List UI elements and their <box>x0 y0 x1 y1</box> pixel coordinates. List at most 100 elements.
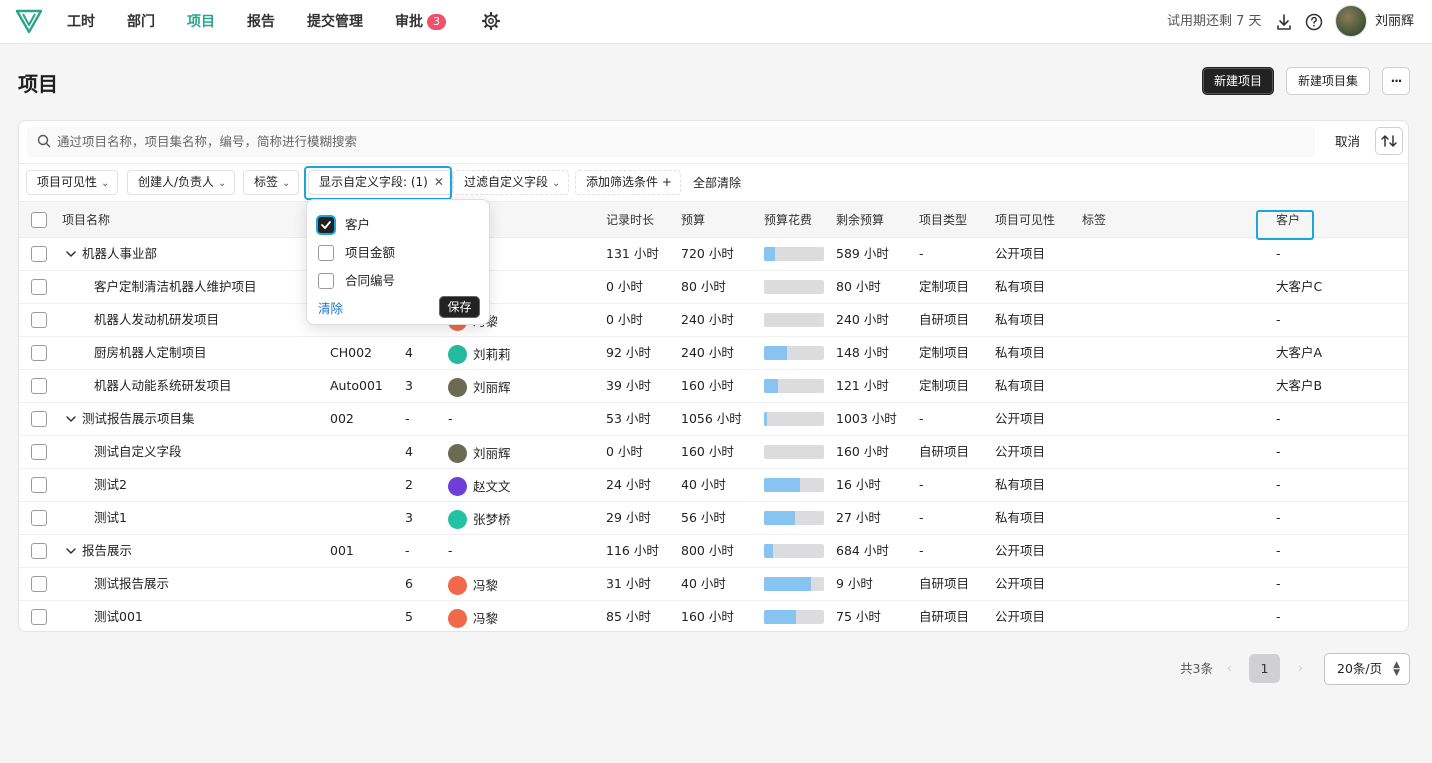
page-size-select[interactable]: 20条/页 ▲ ▼ <box>1324 653 1410 685</box>
nav-item-approval[interactable]: 审批 3 <box>395 12 446 32</box>
row-checkbox[interactable] <box>31 279 47 295</box>
table-row[interactable]: 测试001 5 冯黎 85 小时 160 小时 75 小时 自研项目 公开项目 - <box>19 601 1408 631</box>
col-project-name[interactable]: 项目名称 <box>62 212 110 228</box>
project-name[interactable]: 测试001 <box>94 609 143 625</box>
col-remaining-budget[interactable]: 剩余预算 <box>836 212 884 228</box>
project-name[interactable]: 测试1 <box>94 510 127 526</box>
current-page[interactable]: 1 <box>1249 654 1280 683</box>
project-name[interactable]: 测试2 <box>94 477 127 493</box>
new-project-button[interactable]: 新建项目 <box>1202 67 1274 95</box>
col-budget-spent[interactable]: 预算花费 <box>764 212 812 228</box>
table-row[interactable]: 机器人动能系统研发项目 Auto001 3 刘丽辉 39 小时 160 小时 121 小时 定… <box>19 370 1408 403</box>
row-checkbox[interactable] <box>31 609 47 625</box>
app-logo-icon[interactable] <box>14 6 44 36</box>
row-checkbox[interactable] <box>31 378 47 394</box>
filter-custom-fields[interactable]: 过滤自定义字段 ⌄ <box>453 170 570 195</box>
nav-item-report[interactable]: 报告 <box>247 12 275 32</box>
add-filter-button[interactable]: 添加筛选条件 + <box>575 170 681 195</box>
page-title: 项目 <box>18 72 58 96</box>
chevron-down-icon: ⌄ <box>101 178 110 189</box>
cancel-search-button[interactable]: 取消 <box>1335 133 1360 151</box>
sort-button[interactable] <box>1375 127 1403 155</box>
new-project-set-button[interactable]: 新建项目集 <box>1286 67 1370 95</box>
nav-item-project[interactable]: 项目 <box>187 12 215 32</box>
table-row[interactable]: 测试报告展示 6 冯黎 31 小时 40 小时 9 小时 自研项目 公开项目 - <box>19 568 1408 601</box>
select-all-checkbox[interactable] <box>31 212 47 228</box>
table-row[interactable]: 机器人发动机研发项目冯黎0 小时240 小时240 小时自研项目私有项目- <box>19 304 1408 337</box>
recorded-hours: 0 小时 <box>606 444 643 459</box>
close-icon[interactable]: ✕ <box>434 171 444 194</box>
col-recorded-hours[interactable]: 记录时长 <box>606 212 654 228</box>
project-name[interactable]: 机器人发动机研发项目 <box>94 312 219 328</box>
clear-all-filters[interactable]: 全部清除 <box>693 175 741 191</box>
remaining-budget: 27 小时 <box>836 510 881 525</box>
row-checkbox[interactable] <box>31 312 47 328</box>
project-set-name[interactable]: 报告展示 <box>82 543 132 559</box>
chevron-down-icon[interactable] <box>65 248 77 260</box>
filter-visibility[interactable]: 项目可见性 ⌄ <box>26 170 119 195</box>
project-name[interactable]: 机器人动能系统研发项目 <box>94 378 232 394</box>
chevron-down-icon[interactable] <box>65 413 77 425</box>
project-code: CH002 <box>330 345 372 360</box>
project-name[interactable]: 厨房机器人定制项目 <box>94 345 207 361</box>
checkbox-checked[interactable] <box>318 217 334 233</box>
row-checkbox[interactable] <box>31 510 47 526</box>
project-code: 001 <box>330 543 354 558</box>
project-name[interactable]: 测试报告展示 <box>94 576 169 592</box>
filter-tags[interactable]: 标签 ⌄ <box>243 170 300 195</box>
table-row[interactable]: 测试自定义字段 4 刘丽辉 0 小时 160 小时 160 小时 自研项目 公开项目 - <box>19 436 1408 469</box>
recorded-hours: 53 小时 <box>606 411 651 426</box>
row-checkbox[interactable] <box>31 246 47 262</box>
user-avatar[interactable] <box>1335 5 1367 37</box>
owner: 刘莉莉 <box>448 345 511 364</box>
table-row[interactable]: 厨房机器人定制项目 CH002 4 刘莉莉 92 小时 240 小时 148 小时 定制项目 私… <box>19 337 1408 370</box>
filter-creator-owner[interactable]: 创建人/负责人 ⌄ <box>127 170 236 195</box>
col-tags[interactable]: 标签 <box>1082 212 1106 228</box>
table-header: 项目名称 记录时长 预算 预算花费 剩余预算 项目类型 项目可见性 标签 客户 <box>19 202 1408 240</box>
clear-selection-link[interactable]: 清除 <box>318 301 343 317</box>
nav-item-department[interactable]: 部门 <box>127 12 155 32</box>
row-checkbox[interactable] <box>31 477 47 493</box>
project-set-name[interactable]: 机器人事业部 <box>82 246 157 262</box>
project-name[interactable]: 测试自定义字段 <box>94 444 182 460</box>
row-checkbox[interactable] <box>31 345 47 361</box>
chevron-down-icon[interactable] <box>65 545 77 557</box>
table-group-row[interactable]: 测试报告展示项目集 002 - - 53 小时 1056 小时 1003 小时 - 公开项目 - <box>19 403 1408 436</box>
check-icon <box>321 221 331 229</box>
row-checkbox[interactable] <box>31 543 47 559</box>
help-icon[interactable] <box>1304 12 1324 32</box>
owner: 张梦桥 <box>448 510 511 529</box>
remaining-budget: 121 小时 <box>836 378 889 393</box>
project-type: - <box>919 246 924 261</box>
gear-icon[interactable] <box>481 11 501 31</box>
project-visibility: 公开项目 <box>995 411 1046 426</box>
table-group-row[interactable]: 报告展示 001 - - 116 小时 800 小时 684 小时 - 公开项目 - <box>19 535 1408 568</box>
checkbox[interactable] <box>318 245 334 261</box>
row-checkbox[interactable] <box>31 411 47 427</box>
table-row[interactable]: 测试1 3 张梦桥 29 小时 56 小时 27 小时 - 私有项目 - <box>19 502 1408 535</box>
checkbox[interactable] <box>318 273 334 289</box>
col-visibility[interactable]: 项目可见性 <box>995 212 1055 228</box>
remaining-budget: 75 小时 <box>836 609 881 624</box>
project-set-name[interactable]: 测试报告展示项目集 <box>82 411 195 427</box>
row-checkbox[interactable] <box>31 576 47 592</box>
next-page-icon[interactable]: › <box>1298 661 1303 675</box>
project-code: 002 <box>330 411 354 426</box>
nav-item-submission[interactable]: 提交管理 <box>307 12 363 32</box>
prev-page-icon[interactable]: ‹ <box>1227 661 1232 675</box>
user-name[interactable]: 刘丽辉 <box>1375 12 1414 32</box>
col-project-type[interactable]: 项目类型 <box>919 212 967 228</box>
download-icon[interactable] <box>1274 12 1294 32</box>
budget-spent-bar <box>764 478 824 492</box>
more-options-button[interactable]: ··· <box>1382 67 1410 95</box>
col-customer[interactable]: 客户 <box>1276 212 1300 228</box>
table-group-row[interactable]: 机器人事业部 131 小时 720 小时 589 小时 - 公开项目 - <box>19 238 1408 271</box>
col-budget[interactable]: 预算 <box>681 212 705 228</box>
nav-item-timesheet[interactable]: 工时 <box>67 12 95 32</box>
table-row[interactable]: 客户定制清洁机器人维护项目杭0 小时80 小时80 小时定制项目私有项目大客户C <box>19 271 1408 304</box>
filter-show-custom-fields[interactable]: 显示自定义字段: (1) ✕ <box>308 170 453 195</box>
project-name[interactable]: 客户定制清洁机器人维护项目 <box>94 279 257 295</box>
save-button[interactable]: 保存 <box>439 296 480 318</box>
table-row[interactable]: 测试2 2 赵文文 24 小时 40 小时 16 小时 - 私有项目 - <box>19 469 1408 502</box>
row-checkbox[interactable] <box>31 444 47 460</box>
